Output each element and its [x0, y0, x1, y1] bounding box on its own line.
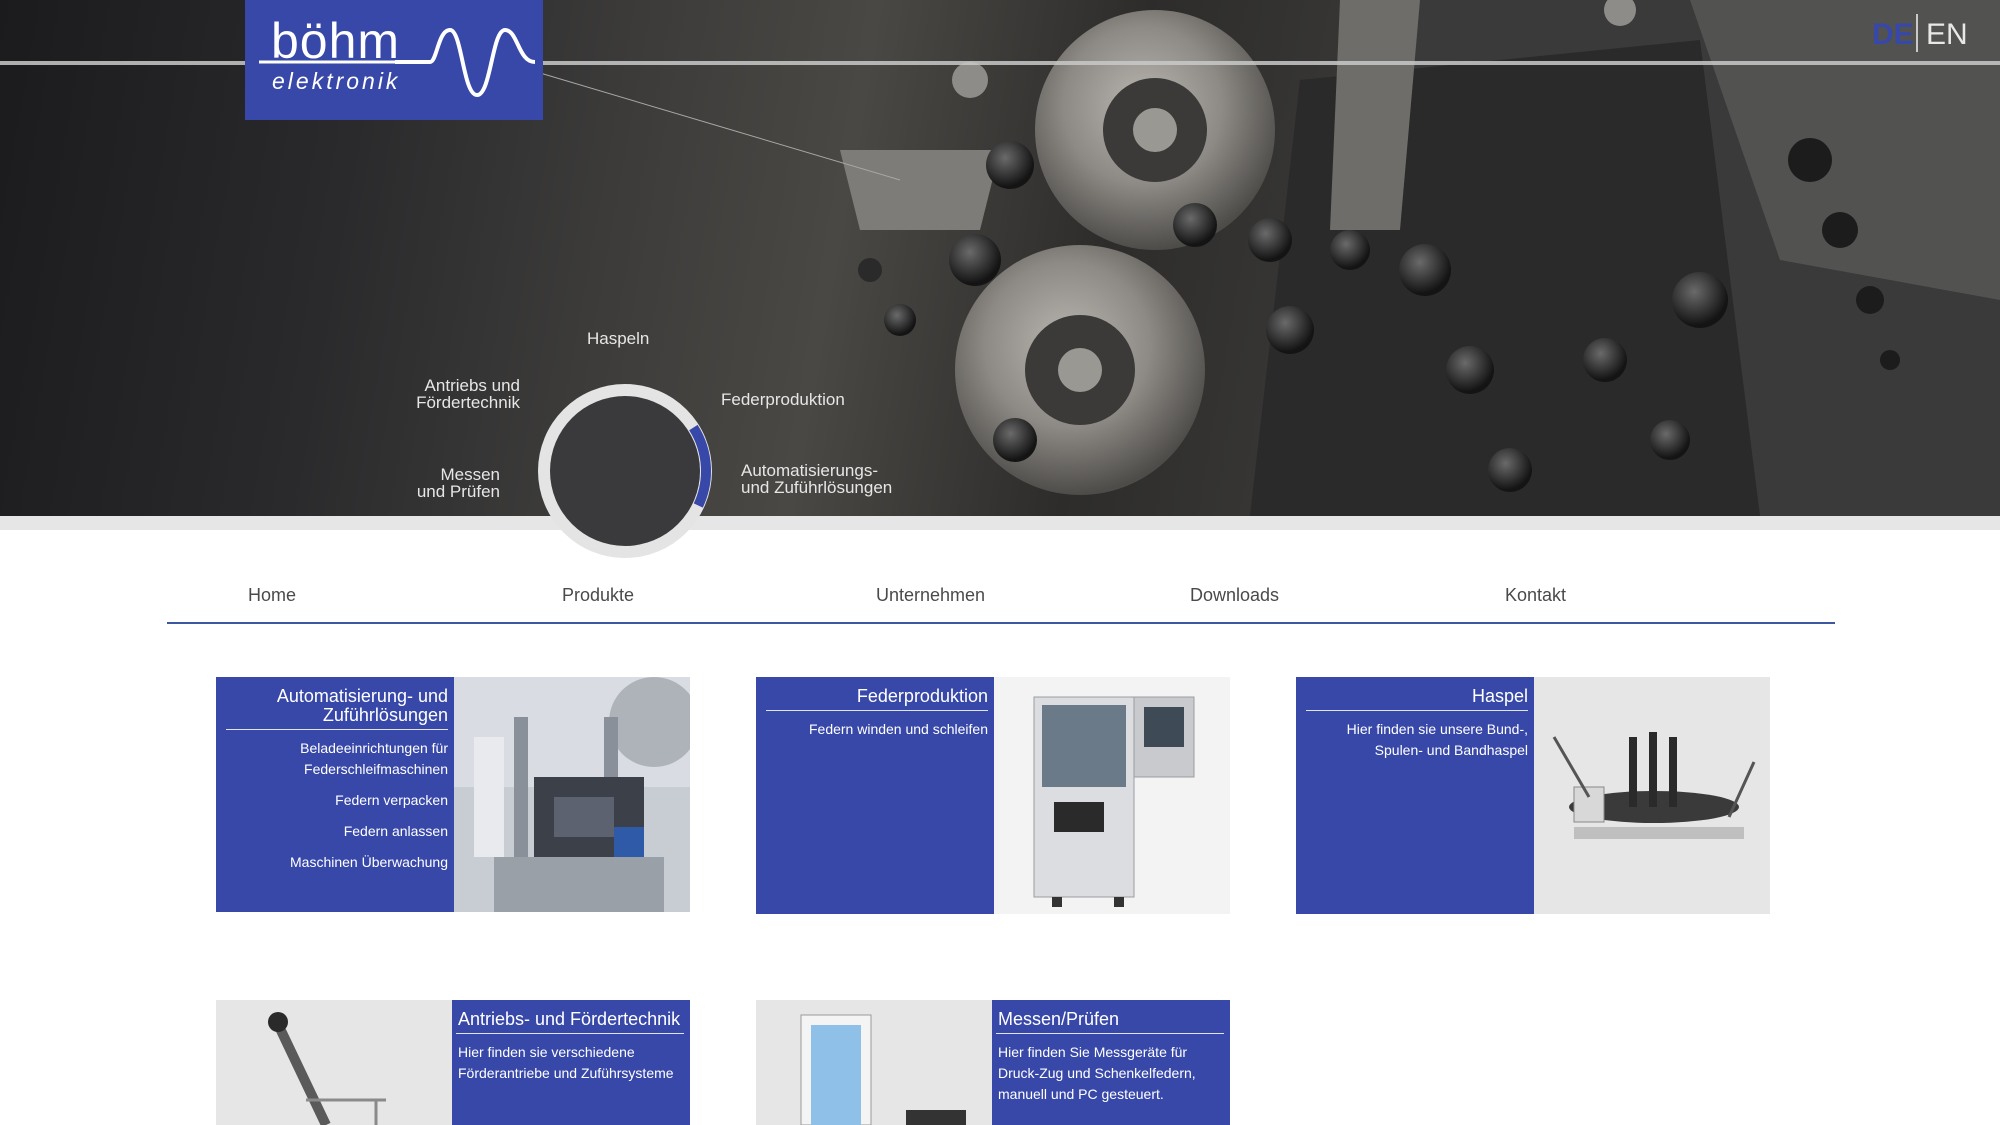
card-haspel[interactable]: Haspel Hier finden sie unsere Bund-, Spu…	[1296, 677, 1770, 914]
hero-bottom-band	[0, 516, 2000, 530]
dial-label-automatisierung-line1: Automatisierungs-	[741, 461, 879, 480]
dial-label-antriebs[interactable]: Antriebs und Fördertechnik	[400, 377, 520, 411]
card-antriebs[interactable]: Antriebs- und Fördertechnik Hier finden …	[216, 1000, 690, 1125]
dial-label-automatisierung[interactable]: Automatisierungs- und Zuführlösungen	[741, 462, 892, 496]
card-antriebs-text: Antriebs- und Fördertechnik Hier finden …	[452, 1000, 690, 1125]
nav-kontakt[interactable]: Kontakt	[1505, 585, 1566, 606]
card-automatisierung-title: Automatisierung- und Zuführlösungen	[276, 686, 448, 725]
card-automatisierung[interactable]: Automatisierung- und Zuführlösungen Bela…	[216, 677, 690, 912]
card-messen[interactable]: Messen/Prüfen Hier finden Sie Messgeräte…	[756, 1000, 1230, 1125]
brand-logo[interactable]: böhm elektronik	[245, 0, 543, 120]
card-messen-body: Hier finden Sie Messgeräte für Druck-Zug…	[998, 1044, 1196, 1102]
reel-image	[1534, 677, 1770, 914]
nav-unternehmen[interactable]: Unternehmen	[876, 585, 985, 606]
language-en[interactable]: EN	[1926, 18, 1968, 52]
dial-label-haspeln[interactable]: Haspeln	[587, 330, 649, 347]
card-haspel-text: Haspel Hier finden sie unsere Bund-, Spu…	[1296, 677, 1534, 914]
card-automatisierung-list: Beladeeinrichtungen für Federschleifmasc…	[216, 730, 454, 873]
card-messen-title: Messen/Prüfen	[998, 1009, 1120, 1029]
wave-logo-icon	[259, 27, 536, 98]
robot-cell-image	[454, 677, 690, 912]
dial-label-messen-line1: Messen	[440, 465, 500, 484]
dial-label-messen-line2: und Prüfen	[416, 482, 500, 501]
card-automatisierung-text: Automatisierung- und Zuführlösungen Bela…	[216, 677, 454, 912]
dial-label-automatisierung-line2: und Zuführlösungen	[741, 478, 893, 497]
card-item-verpacken[interactable]: Federn verpacken	[226, 790, 448, 811]
nav-downloads[interactable]: Downloads	[1190, 585, 1279, 606]
card-federproduktion-text: Federproduktion Federn winden und schlei…	[756, 677, 994, 914]
card-item-ueberwachung[interactable]: Maschinen Überwachung	[226, 852, 448, 873]
language-separator	[1916, 14, 1918, 52]
nav-produkte[interactable]: Produkte	[562, 585, 634, 606]
product-dial[interactable]	[538, 384, 712, 558]
card-federproduktion[interactable]: Federproduktion Federn winden und schlei…	[756, 677, 1230, 914]
dial-label-messen[interactable]: Messen und Prüfen	[380, 466, 500, 500]
nav-underline	[167, 622, 1835, 624]
card-messen-text: Messen/Prüfen Hier finden Sie Messgeräte…	[992, 1000, 1230, 1125]
test-device-image	[756, 1000, 992, 1125]
card-item-beladeeinrichtungen[interactable]: Beladeeinrichtungen für Federschleifmasc…	[226, 738, 448, 780]
conveyor-image	[216, 1000, 452, 1125]
dial-label-antriebs-line2: Fördertechnik	[416, 393, 520, 412]
dial-label-federproduktion[interactable]: Federproduktion	[721, 391, 845, 408]
language-de[interactable]: DE	[1872, 18, 1914, 52]
dial-progress-arc	[689, 424, 711, 508]
card-haspel-title: Haspel	[1471, 686, 1528, 706]
card-antriebs-title: Antriebs- und Fördertechnik	[458, 1009, 681, 1029]
card-antriebs-body: Hier finden sie verschiedene Förderantri…	[458, 1044, 674, 1081]
card-federproduktion-title: Federproduktion	[856, 686, 988, 706]
spring-machine-image	[994, 677, 1230, 914]
card-item-anlassen[interactable]: Federn anlassen	[226, 821, 448, 842]
dial-label-antriebs-line1: Antriebs und	[424, 376, 520, 395]
card-federproduktion-body: Federn winden und schleifen	[808, 721, 988, 737]
nav-home[interactable]: Home	[248, 585, 296, 606]
card-haspel-body: Hier finden sie unsere Bund-, Spulen- un…	[1346, 721, 1528, 758]
